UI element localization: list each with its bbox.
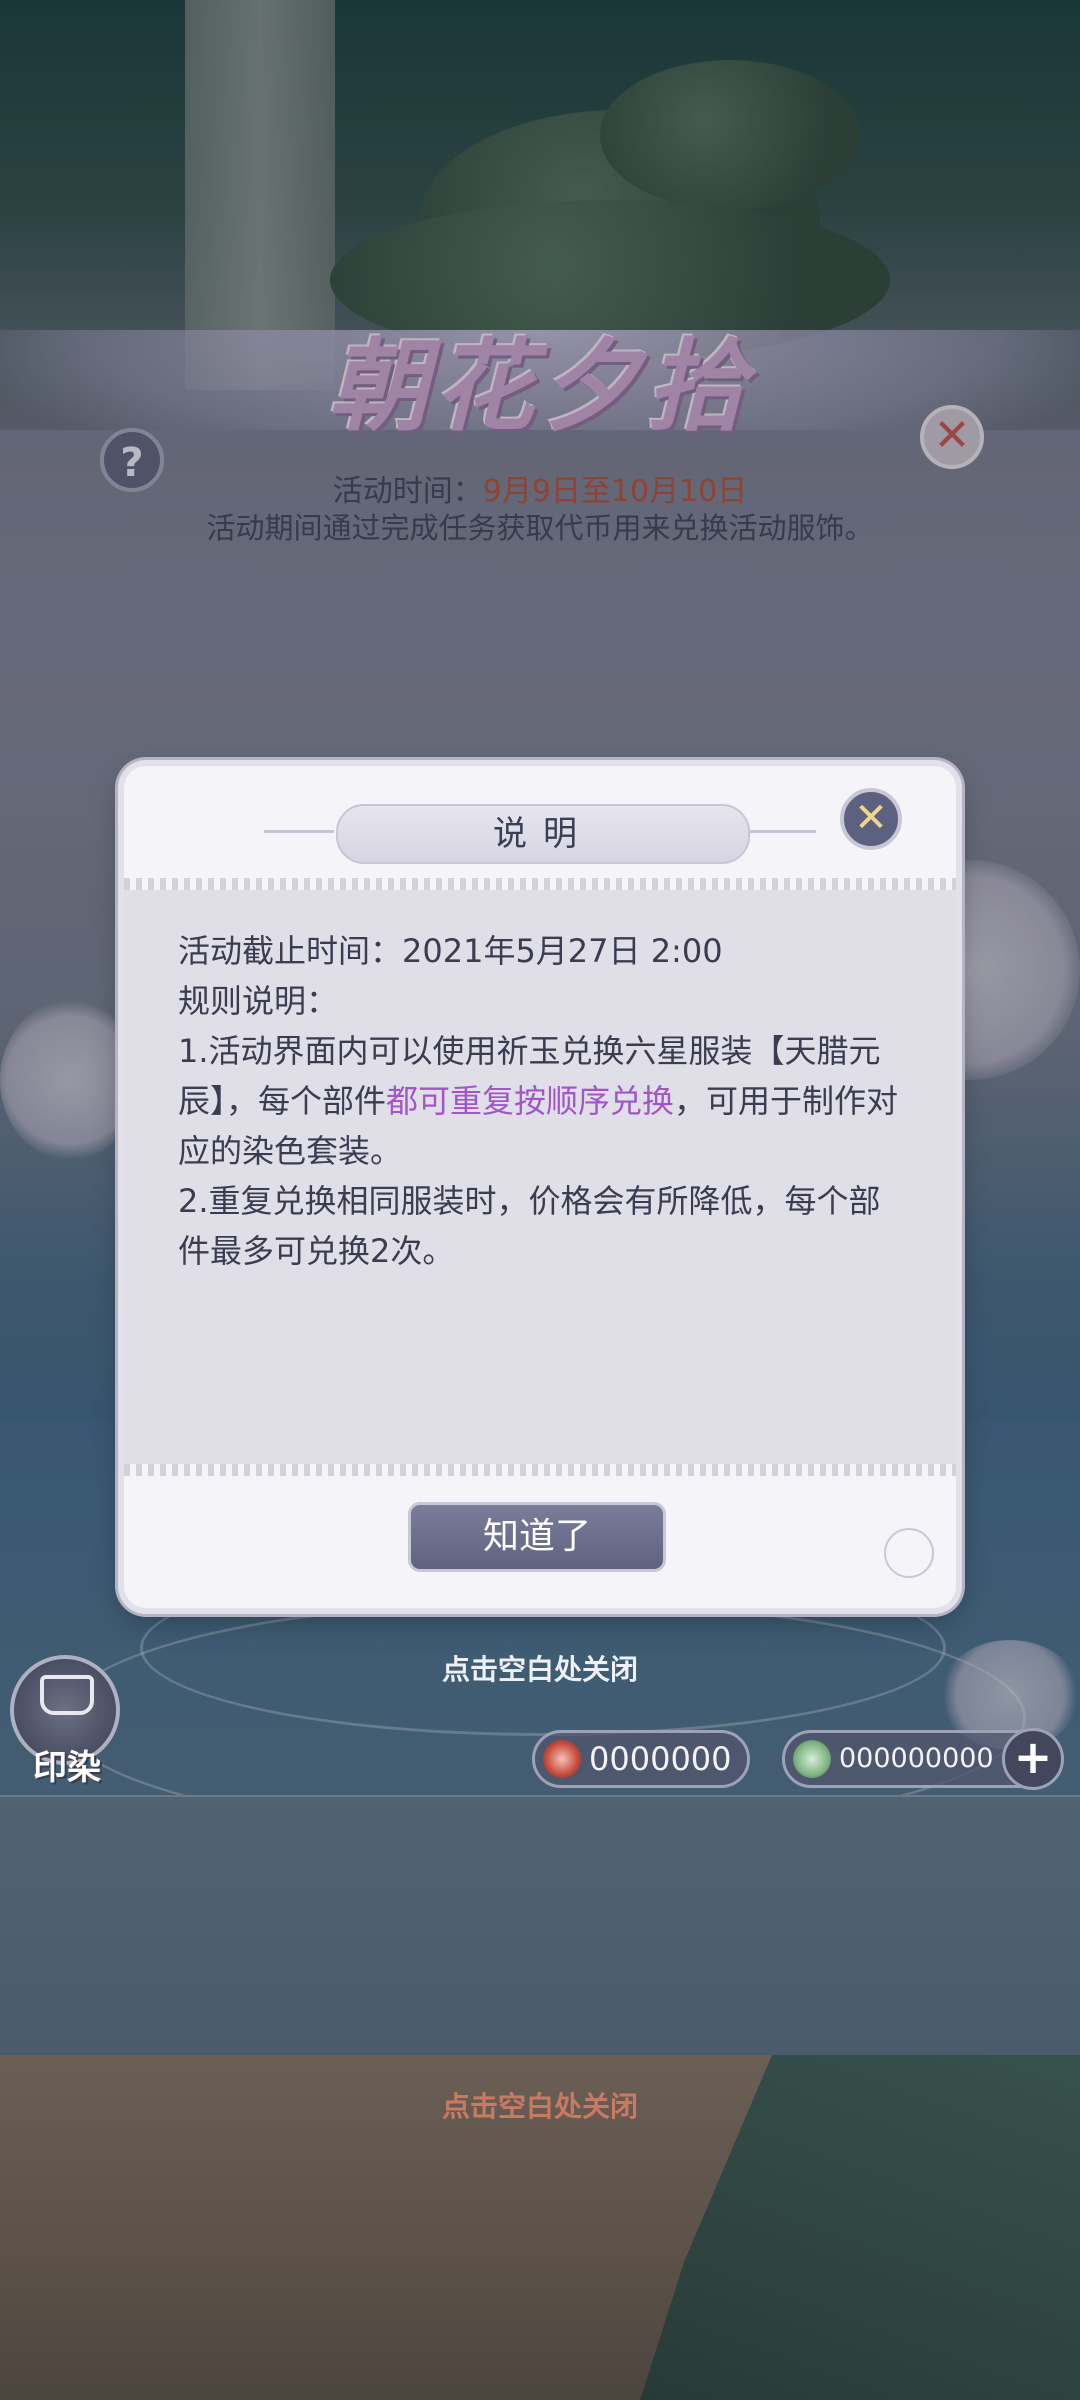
dye-label: 印染	[33, 1748, 101, 1788]
currency-jade-value: 000000000	[839, 1743, 994, 1774]
currency-gem-value: 0000000	[589, 1740, 732, 1778]
tap-to-close-hint[interactable]: 点击空白处关闭	[0, 2085, 1080, 2125]
dialog-close-icon[interactable]: ✕	[840, 788, 902, 850]
title-ornament	[746, 830, 816, 833]
jade-coin-icon	[793, 1740, 831, 1778]
rule-2: 2.重复兑换相同服装时，价格会有所降低，每个部件最多可兑换2次。	[178, 1182, 881, 1270]
lace-divider	[124, 1464, 956, 1476]
lace-divider	[124, 878, 956, 890]
ok-button[interactable]: 知道了	[408, 1502, 666, 1572]
dialog-title: 说明	[336, 804, 750, 864]
title-ornament	[264, 830, 334, 833]
flower-ornament-icon	[884, 1528, 934, 1578]
dye-basket-icon	[40, 1675, 94, 1715]
deadline-text: 活动截止时间：2021年5月27日 2:00	[178, 932, 723, 970]
currency-gem-display: 0000000	[532, 1730, 750, 1788]
dialog-body: 活动截止时间：2021年5月27日 2:00 规则说明： 1.活动界面内可以使用…	[124, 890, 956, 1464]
red-gem-icon	[543, 1740, 581, 1778]
rule-1: 1.活动界面内可以使用祈玉兑换六星服装【天腊元辰】，每个部件都可重复按顺序兑换，…	[178, 1026, 908, 1176]
rules-text: 活动截止时间：2021年5月27日 2:00 规则说明： 1.活动界面内可以使用…	[178, 926, 908, 1276]
rules-dialog: 说明 ✕ 活动截止时间：2021年5月27日 2:00 规则说明： 1.活动界面…	[124, 766, 956, 1608]
rule-1-highlight: 都可重复按顺序兑换	[386, 1082, 675, 1120]
add-currency-button[interactable]: +	[1002, 1728, 1064, 1790]
rules-heading: 规则说明：	[178, 982, 339, 1020]
tap-to-close-hint[interactable]: 点击空白处关闭	[0, 1648, 1080, 1688]
